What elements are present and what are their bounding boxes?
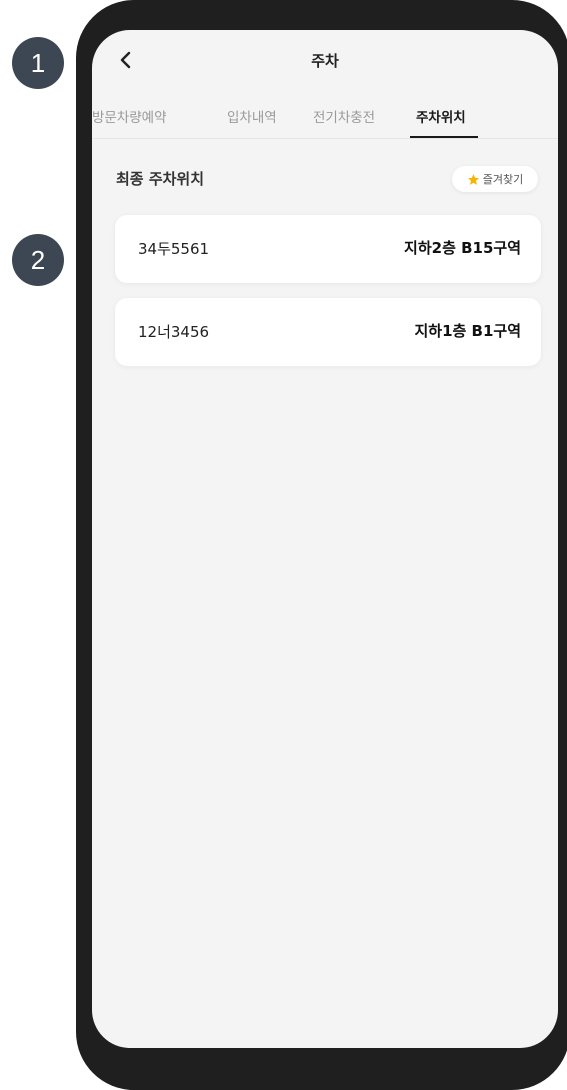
tab-entry-history[interactable]: 입차내역 (227, 106, 277, 126)
parking-card[interactable]: 12너3456 지하1층 B1구역 (115, 298, 541, 366)
active-tab-indicator (410, 136, 478, 138)
parking-location: 지하1층 B1구역 (414, 322, 521, 340)
app-screen: 주차 방문차량예약 입차내역 전기차충전 주차위치 최종 주차위치 즐겨찾기 3… (92, 30, 558, 1048)
tab-visitor-reservation[interactable]: 방문차량예약 (92, 106, 167, 126)
favorites-button[interactable]: 즐겨찾기 (452, 166, 538, 192)
star-icon (467, 173, 479, 185)
annotation-badge-2: 2 (12, 234, 64, 286)
section-title: 최종 주차위치 (116, 170, 205, 188)
tab-ev-charging[interactable]: 전기차충전 (313, 106, 375, 126)
header: 주차 (92, 30, 558, 96)
tab-parking-location[interactable]: 주차위치 (416, 106, 466, 126)
parking-location: 지하2층 B15구역 (404, 239, 521, 257)
plate-number: 12너3456 (138, 323, 210, 341)
page-title: 주차 (311, 52, 339, 70)
favorites-label: 즐겨찾기 (482, 173, 524, 186)
tab-bar: 방문차량예약 입차내역 전기차충전 주차위치 (92, 96, 558, 139)
plate-number: 34두5561 (138, 240, 210, 258)
parking-card[interactable]: 34두5561 지하2층 B15구역 (115, 215, 541, 283)
annotation-badge-1: 1 (12, 37, 64, 89)
